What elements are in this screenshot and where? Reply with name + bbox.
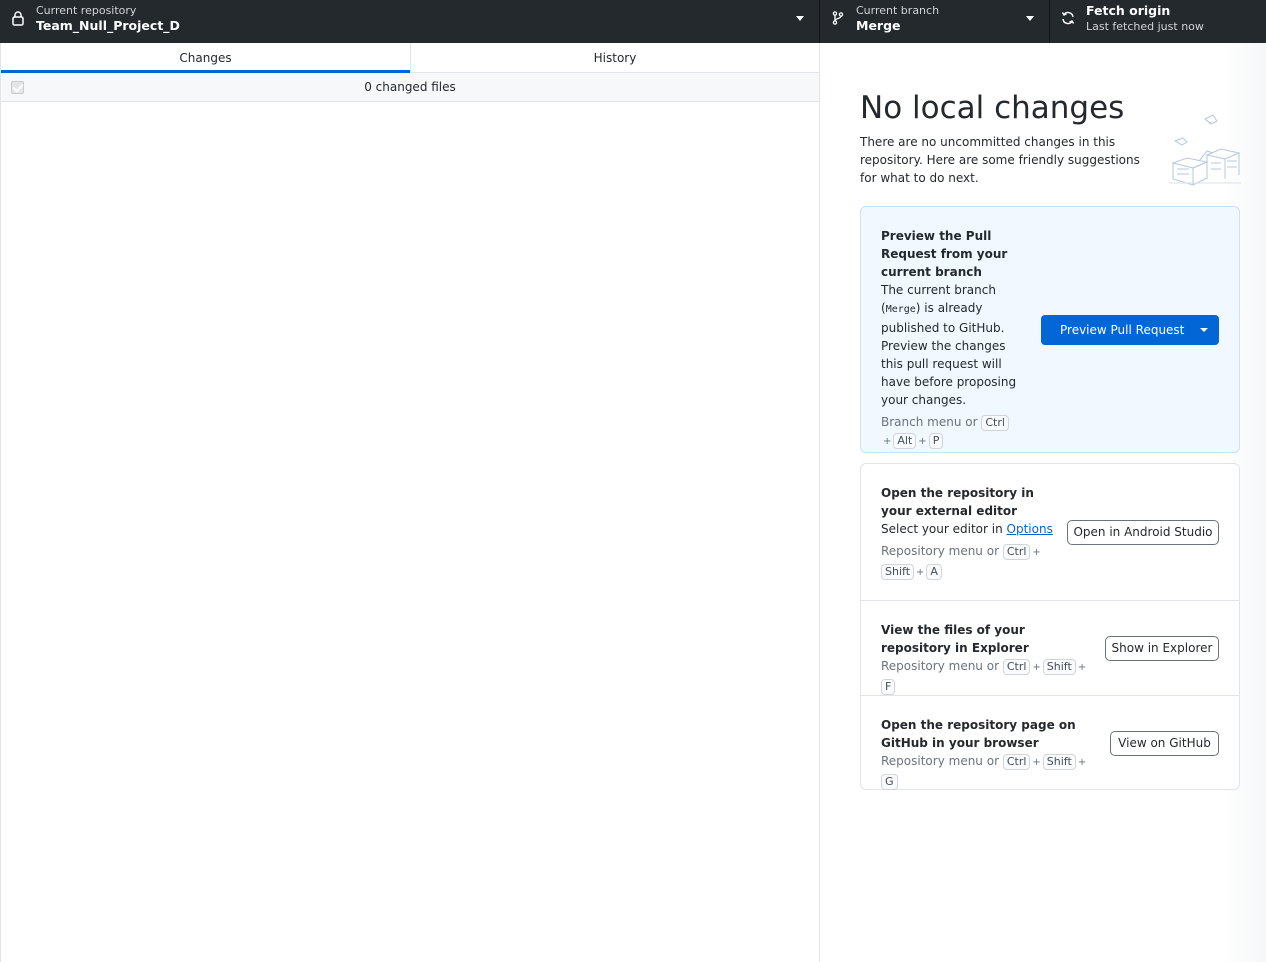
open-in-editor-row: Open the repository in your external edi…: [861, 464, 1239, 600]
chevron-down-icon: [1026, 16, 1034, 21]
open-editor-shortcut-hint: Repository menu or Ctrl +Shift + A: [881, 544, 1041, 580]
hint-prefix: Repository menu or: [881, 659, 999, 673]
shortcut-key: F: [881, 679, 896, 695]
current-branch-label: Current branch: [856, 4, 940, 17]
changes-list-header: 0 changed files: [1, 73, 819, 102]
preview-pr-title: Preview the Pull Request from your curre…: [881, 229, 1008, 279]
shortcut-key: Alt: [893, 433, 917, 449]
shortcut-key: Ctrl: [981, 415, 1009, 431]
options-link[interactable]: Options: [1007, 522, 1053, 536]
open-in-android-studio-button[interactable]: Open in Android Studio: [1067, 520, 1219, 545]
preview-pr-shortcut-hint: Branch menu or Ctrl+ Alt + P: [881, 413, 1021, 451]
show-explorer-title: View the files of your repository in Exp…: [881, 623, 1029, 655]
preview-pull-request-button[interactable]: Preview Pull Request: [1041, 315, 1219, 345]
tab-changes[interactable]: Changes: [1, 43, 410, 73]
changed-files-count: 0 changed files: [364, 80, 456, 94]
preview-pr-desc-after: ) is already published to GitHub. Previe…: [881, 301, 1017, 407]
open-editor-title: Open the repository in your external edi…: [881, 486, 1034, 518]
current-repository-button[interactable]: Current repository Team_Null_Project_D: [0, 0, 820, 43]
view-on-github-row: Open the repository page on GitHub in yo…: [861, 695, 1239, 790]
chevron-down-icon[interactable]: [1189, 315, 1219, 345]
open-editor-desc-prefix: Select your editor in: [881, 522, 1003, 536]
branch-name-code: Merge: [885, 304, 916, 315]
view-github-shortcut-hint: Repository menu or Ctrl + Shift +G: [881, 754, 1087, 790]
empty-state-illustration: [1169, 114, 1241, 186]
shortcut-key: Shift: [1042, 754, 1076, 770]
shortcut-key: Ctrl: [1002, 659, 1031, 675]
git-branch-icon: [832, 11, 844, 25]
preview-pr-description: The current branch (Merge) is already pu…: [881, 281, 1021, 409]
shortcut-key: Shift: [881, 564, 915, 580]
current-branch-name: Merge: [856, 18, 901, 33]
page-title: No local changes: [860, 90, 1125, 126]
changes-sidebar: Changes History 0 changed files: [0, 43, 820, 962]
chevron-down-icon: [796, 16, 804, 21]
preview-pull-request-card: Preview the Pull Request from your curre…: [860, 206, 1240, 453]
sync-icon: [1061, 11, 1075, 25]
shortcut-key: P: [928, 433, 944, 449]
changes-file-list: [1, 102, 819, 962]
fetch-origin-subtitle: Last fetched just now: [1086, 20, 1204, 33]
shortcut-key: Shift: [1042, 659, 1076, 675]
hint-prefix: Repository menu or: [881, 544, 999, 558]
lock-icon: [12, 11, 24, 26]
shortcut-key: G: [881, 774, 898, 790]
preview-pull-request-label: Preview Pull Request: [1060, 323, 1185, 337]
hint-prefix: Repository menu or: [881, 754, 999, 768]
suggestions-card: Open the repository in your external edi…: [860, 463, 1240, 790]
fetch-origin-button[interactable]: Fetch origin Last fetched just now: [1050, 0, 1266, 43]
shortcut-key: Ctrl: [1002, 754, 1031, 770]
hint-prefix: Branch menu or: [881, 415, 978, 429]
show-in-explorer-row: View the files of your repository in Exp…: [861, 600, 1239, 695]
current-repository-name: Team_Null_Project_D: [36, 18, 180, 33]
toolbar: Current repository Team_Null_Project_D C…: [0, 0, 1266, 43]
show-in-explorer-button[interactable]: Show in Explorer: [1105, 636, 1219, 661]
view-on-github-button[interactable]: View on GitHub: [1110, 731, 1219, 756]
no-changes-panel: No local changes There are no uncommitte…: [821, 43, 1266, 962]
shortcut-key: A: [926, 564, 942, 580]
tab-bar: Changes History: [1, 43, 819, 73]
view-github-title: Open the repository page on GitHub in yo…: [881, 718, 1076, 750]
open-editor-description: Select your editor in Options: [881, 520, 1056, 538]
fetch-origin-title: Fetch origin: [1086, 3, 1171, 18]
current-repository-label: Current repository: [36, 4, 137, 17]
current-branch-button[interactable]: Current branch Merge: [820, 0, 1050, 43]
show-explorer-shortcut-hint: Repository menu or Ctrl + Shift +F: [881, 659, 1087, 695]
shortcut-key: Ctrl: [1002, 544, 1031, 560]
page-subtitle: There are no uncommitted changes in this…: [860, 135, 1140, 185]
tab-history[interactable]: History: [410, 43, 819, 72]
